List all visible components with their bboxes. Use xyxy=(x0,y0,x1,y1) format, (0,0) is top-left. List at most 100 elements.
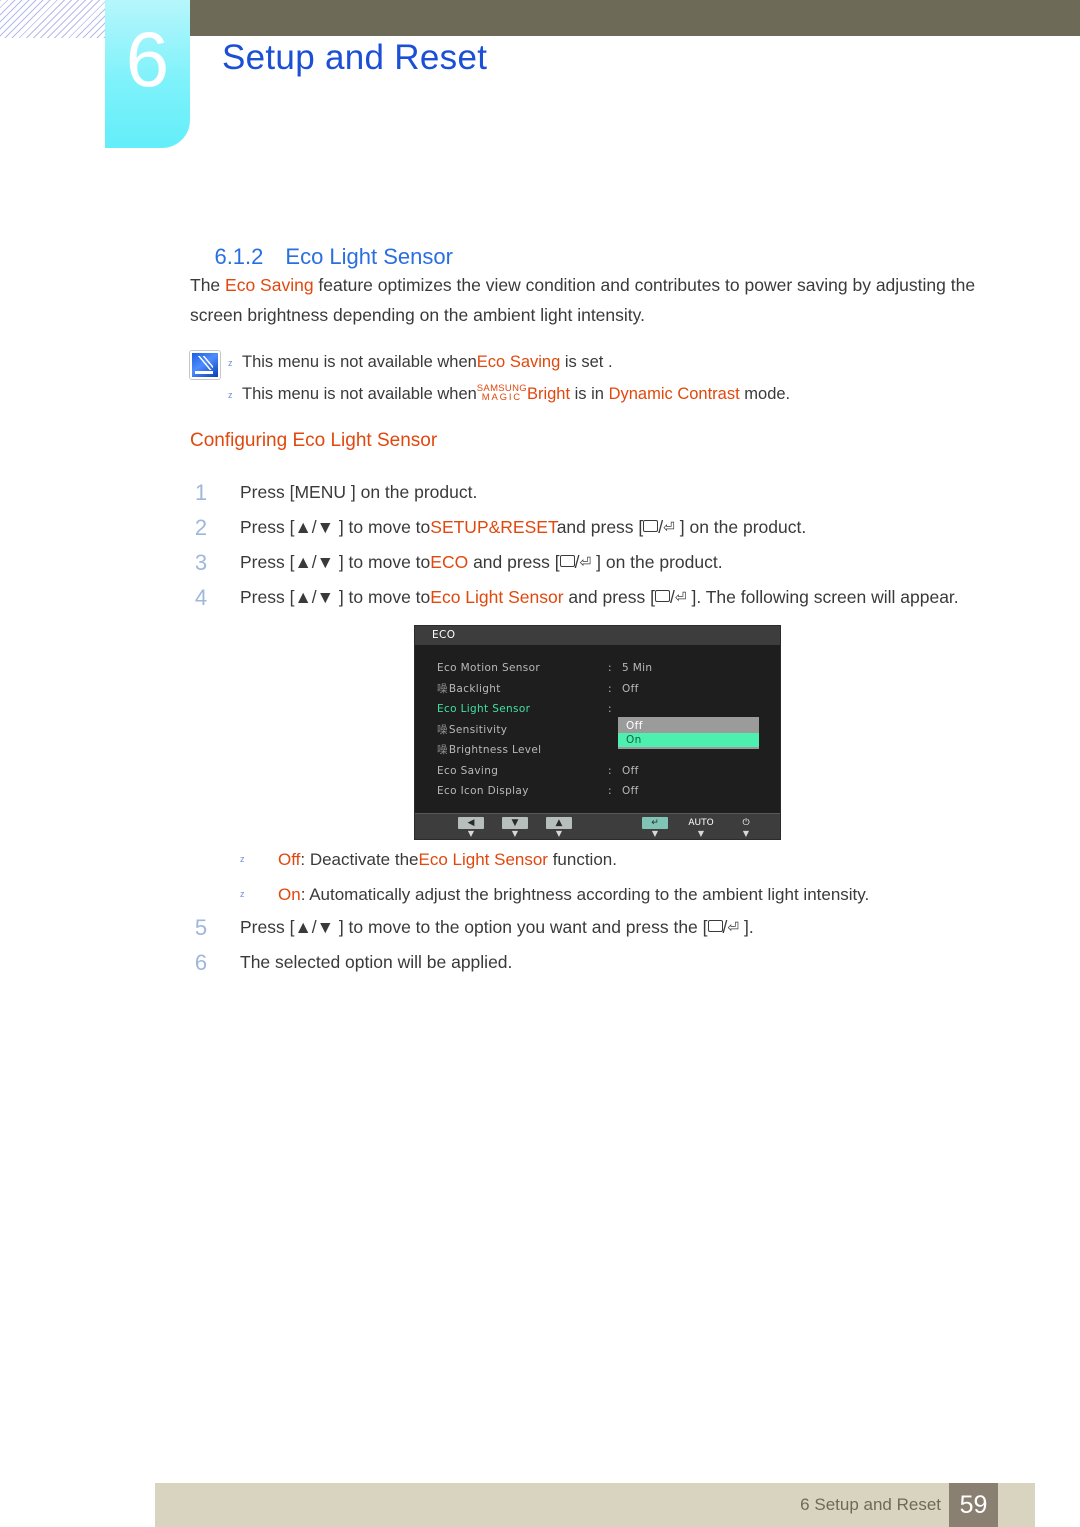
step-text: ]. xyxy=(739,917,754,937)
note-0-highlight: Eco Saving xyxy=(476,353,561,371)
chapter-number: 6 xyxy=(125,15,170,103)
note-bullet-icon: z xyxy=(228,390,233,400)
enter-icon: ↵ xyxy=(642,817,668,829)
osd-row-colon: : xyxy=(608,662,612,674)
osd-dropdown-option-off[interactable]: Off xyxy=(618,719,759,733)
down-arrow-icon: ▼ xyxy=(502,817,528,829)
tick-icon: ▼ xyxy=(742,829,750,838)
option-0-highlight: Eco Light Sensor xyxy=(418,850,548,869)
option-name-off: Off xyxy=(278,850,301,869)
chapter-title: Setup and Reset xyxy=(222,38,488,77)
osd-row-colon: : xyxy=(608,764,612,777)
osd-row[interactable]: Eco Saving: Off xyxy=(415,761,780,782)
enter-key-icon: ⏎ xyxy=(674,589,687,605)
magic-bottom: MAGIC xyxy=(481,392,522,403)
decorative-hatch-pattern xyxy=(0,0,108,38)
power-icon: ⏻ xyxy=(742,818,750,828)
osd-row-label: Eco Icon Display xyxy=(437,785,529,797)
section-title: Eco Light Sensor xyxy=(285,244,453,269)
note-block: z This menu is not available when Eco Savi… xyxy=(190,346,990,410)
step-number: 2 xyxy=(194,515,208,540)
page-number-badge: 59 xyxy=(949,1483,998,1527)
step-text: Press [▲/▼ ] to move to xyxy=(240,587,431,607)
osd-row-label: 噪Backlight xyxy=(437,682,501,695)
enter-key-icon: ⏎ xyxy=(727,919,740,935)
osd-screenshot: ECO Eco Motion Sensor:5 Min 噪Backlight: Of… xyxy=(414,625,781,840)
osd-up-button[interactable]: ▲ ▼ xyxy=(546,817,572,838)
page-footer: 6 Setup and Reset 59 xyxy=(155,1483,1035,1527)
footer-chapter-label: 6 Setup and Reset xyxy=(800,1495,941,1514)
osd-title: ECO xyxy=(415,626,780,645)
step-text: Press [▲/▼ ] to move to the option you w… xyxy=(240,917,708,937)
bullet-icon: z xyxy=(240,854,245,864)
option-bullets: z Off: Deactivate theEco Light Sensor fun… xyxy=(240,842,1020,912)
rect-key-icon xyxy=(643,520,659,532)
tick-icon: ▼ xyxy=(697,829,705,838)
osd-row-value: Off xyxy=(622,682,639,695)
step-body: Press [▲/▼ ] to move toSETUP&RESETand pr… xyxy=(240,517,806,537)
osd-item-glyph-icon: 噪 xyxy=(437,723,448,736)
step-number: 6 xyxy=(194,950,208,975)
osd-down-button[interactable]: ▼ ▼ xyxy=(502,817,528,838)
osd-dropdown[interactable]: Off On xyxy=(618,717,759,749)
osd-row-colon: : xyxy=(608,785,612,797)
step-body: Press [▲/▼ ] to move toECO and press [/⏎… xyxy=(240,552,723,572)
step-number: 5 xyxy=(194,915,208,940)
step-number: 1 xyxy=(194,480,208,505)
step-text: Press [ xyxy=(240,482,295,502)
step-body: Press [▲/▼ ] to move toEco Light Sensor … xyxy=(240,587,959,607)
rect-key-icon xyxy=(559,555,575,567)
osd-row[interactable]: Eco Icon Display: Off xyxy=(415,781,780,802)
step-text: The selected option will be applied. xyxy=(240,952,513,972)
steps-list-top: 1 Press [MENU ] on the product. 2 Press [▲/… xyxy=(190,475,1020,615)
step-body: Press [MENU ] on the product. xyxy=(240,482,477,502)
option-bullet-off: z Off: Deactivate theEco Light Sensor fun… xyxy=(240,842,1020,877)
up-arrow-icon: ▲ xyxy=(546,817,572,829)
step-item: 3 Press [▲/▼ ] to move toECO and press [/… xyxy=(190,545,1020,580)
left-arrow-icon: ◀ xyxy=(458,817,484,829)
note-1-mid: is in xyxy=(570,385,609,403)
tick-icon: ▼ xyxy=(651,829,659,838)
header-olive-bar xyxy=(190,0,1080,36)
note-0-post: is set . xyxy=(560,353,613,371)
intro-paragraph: The Eco Saving feature optimizes the vie… xyxy=(190,270,1010,330)
osd-footer-bar: ◀ ▼ ▼ ▼ ▲ ▼ ↵ ▼ AUTO ▼ ⏻ ▼ xyxy=(415,813,780,839)
osd-row-value: 5 Min xyxy=(622,662,653,674)
step-item: 6 The selected option will be applied. xyxy=(190,945,1020,980)
note-1-highlight: Dynamic Contrast xyxy=(608,385,740,403)
osd-row-label: Eco Light Sensor xyxy=(437,703,531,715)
osd-dropdown-option-on[interactable]: On xyxy=(618,733,759,747)
step-number: 4 xyxy=(194,585,208,610)
osd-row-label: 噪Brightness Level xyxy=(437,744,542,756)
osd-auto-button[interactable]: AUTO ▼ xyxy=(685,817,717,838)
step-item: 2 Press [▲/▼ ] to move toSETUP&RESETand p… xyxy=(190,510,1020,545)
osd-row-colon: : xyxy=(608,703,612,715)
osd-power-button[interactable]: ⏻ ▼ xyxy=(730,817,762,838)
step-highlight: Eco Light Sensor xyxy=(430,587,564,607)
osd-item-glyph-icon: 噪 xyxy=(437,682,448,695)
samsung-magic-logo: SAMSUNG MAGIC xyxy=(477,383,527,403)
note-1-pre: This menu is not available when xyxy=(242,385,477,403)
step-text: Press [▲/▼ ] to move to xyxy=(240,517,431,537)
note-pencil-icon xyxy=(190,351,220,379)
step-text: and press [ xyxy=(563,587,655,607)
step-text: ] on the product. xyxy=(674,517,807,537)
intro-part1: The xyxy=(190,275,226,295)
step-text: and press [ xyxy=(468,552,560,572)
option-bullet-on: z On: Automatically adjust the brightness… xyxy=(240,877,1020,912)
step-text: ] on the product. xyxy=(346,482,478,502)
option-0-pre: : Deactivate the xyxy=(300,850,419,869)
rect-key-icon xyxy=(655,590,670,602)
note-item: z This menu is not available when SAMSUNG M… xyxy=(228,378,990,410)
section-number: 6.1.2 xyxy=(214,244,264,269)
step-key-label: MENU xyxy=(294,482,346,502)
option-name-on: On xyxy=(278,885,301,904)
osd-row[interactable]: 噪Backlight: Off xyxy=(415,679,780,700)
osd-row-label: Eco Saving xyxy=(437,764,499,777)
osd-left-button[interactable]: ◀ ▼ xyxy=(458,817,484,838)
osd-enter-button[interactable]: ↵ ▼ xyxy=(642,817,668,838)
step-text: ] on the product. xyxy=(591,552,723,572)
intro-highlight-eco-saving: Eco Saving xyxy=(225,275,314,295)
note-1-magic-word: Bright xyxy=(526,385,571,403)
osd-row[interactable]: Eco Motion Sensor:5 Min xyxy=(415,658,780,679)
